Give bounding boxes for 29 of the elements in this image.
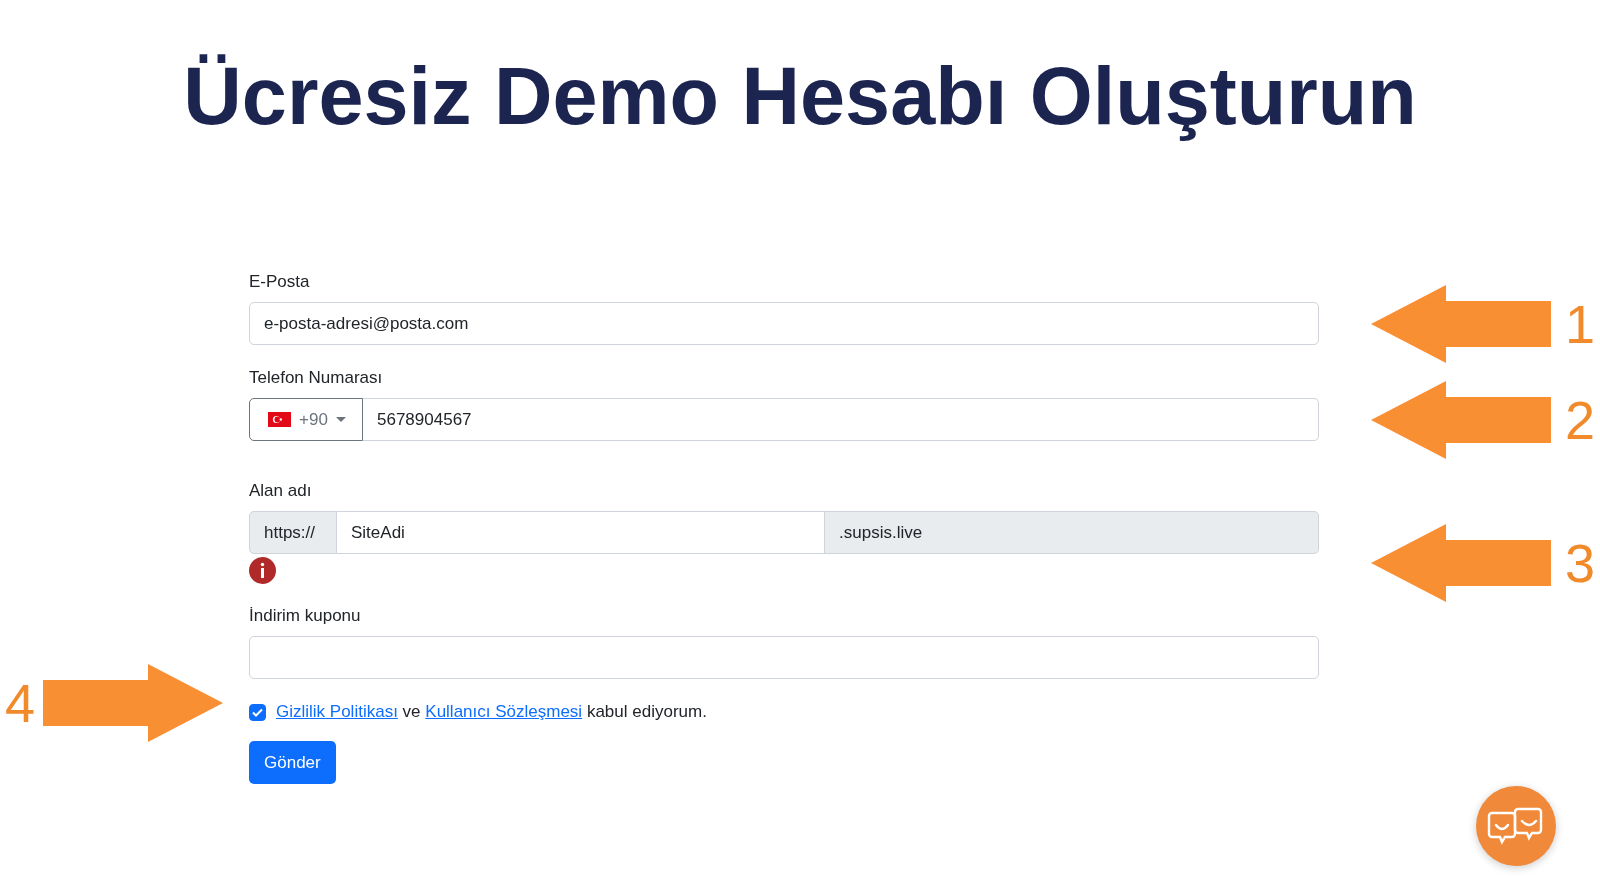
arrow-icon xyxy=(1371,381,1551,459)
step-number: 3 xyxy=(1565,536,1596,590)
field-label: Telefon Numarası xyxy=(249,367,383,389)
policy-link[interactable]: Gizlilik Politikası xyxy=(276,702,398,721)
field-label: E-Posta xyxy=(249,271,310,293)
chat-button[interactable] xyxy=(1476,786,1556,866)
caret-icon xyxy=(335,417,346,422)
arrow-icon xyxy=(1371,524,1551,602)
domain-suffix: .supsis.live xyxy=(825,511,1319,554)
step-number: 1 xyxy=(1565,297,1596,351)
phone-field[interactable]: 5678904567 xyxy=(363,398,1319,441)
consent-checkbox[interactable] xyxy=(249,703,266,721)
checkmark-icon xyxy=(252,707,263,717)
country-code-dropdown[interactable]: +90 xyxy=(249,398,363,441)
url-prefix: https:// xyxy=(249,511,337,554)
coupon-field[interactable] xyxy=(249,636,1319,679)
consent-text: Gizlilik Politikası ve Kullanıcı Sözleşmesi kabul ediyorum. xyxy=(276,702,707,722)
policy-link[interactable]: Kullanıcı Sözleşmesi xyxy=(425,702,583,721)
page-title: Ücresiz Demo Hesabı Oluşturun xyxy=(183,52,1417,140)
submit-button[interactable]: Gönder xyxy=(249,741,336,784)
flag-icon xyxy=(268,412,291,427)
arrow-icon xyxy=(1371,285,1551,363)
subdomain-field[interactable]: SiteAdi xyxy=(337,511,825,554)
email-field[interactable]: e-posta-adresi@posta.com xyxy=(249,302,1319,345)
field-label: İndirim kuponu xyxy=(249,605,361,627)
arrow-icon xyxy=(43,664,223,742)
field-label: Alan adı xyxy=(249,480,312,502)
step-number: 4 xyxy=(4,676,35,730)
step-number: 2 xyxy=(1565,393,1596,447)
